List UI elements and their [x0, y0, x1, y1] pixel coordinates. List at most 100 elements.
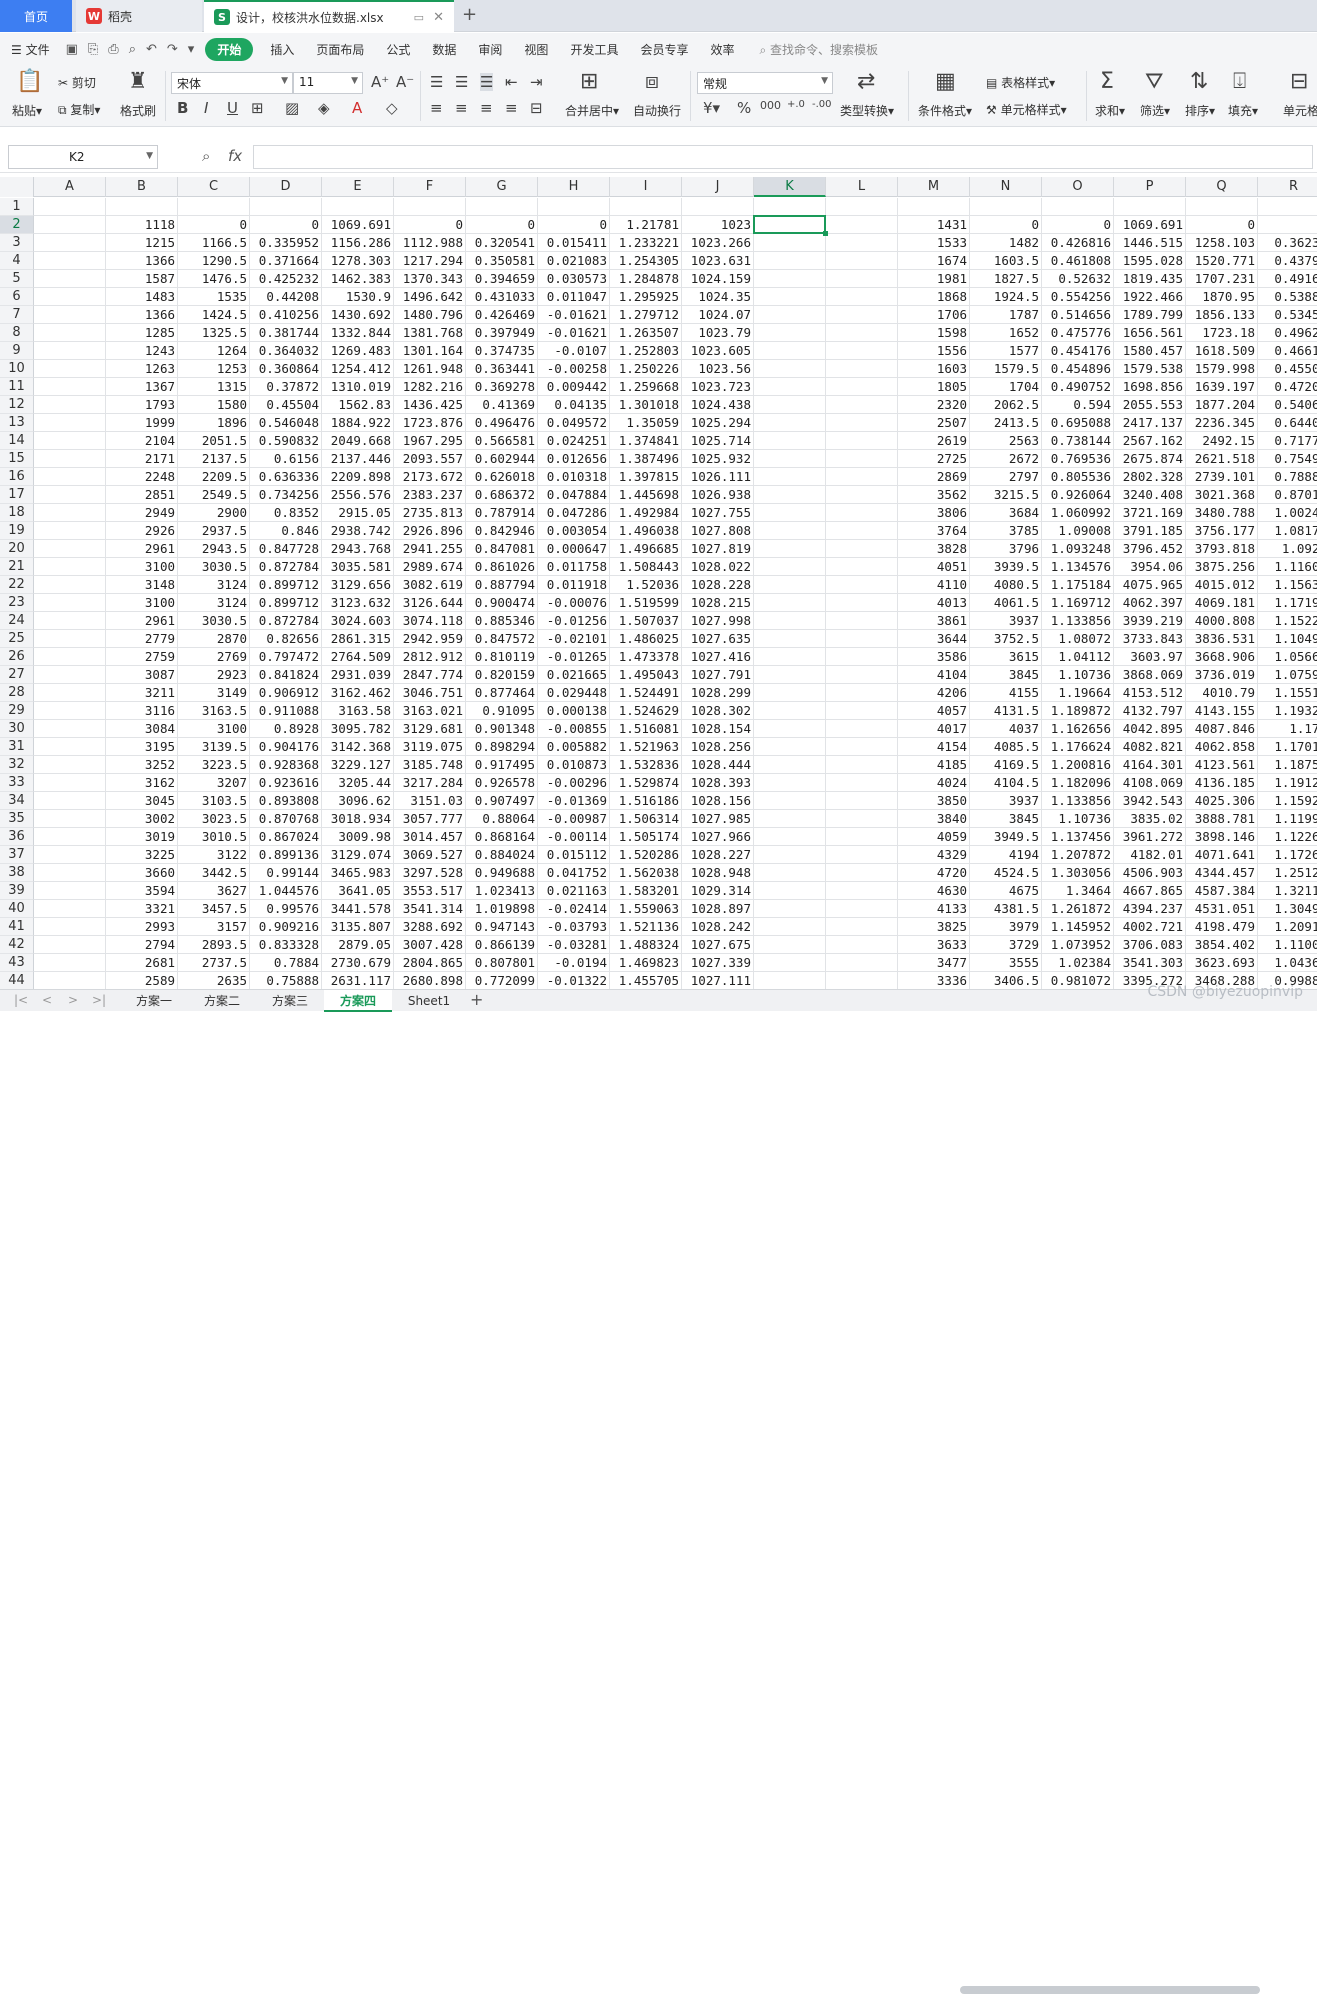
cell[interactable]: 1698.856 [1114, 378, 1186, 396]
cell[interactable]: 1580 [178, 396, 250, 414]
align-top-icon[interactable]: ☰ [430, 73, 443, 91]
window-icon[interactable]: ▭ [414, 11, 424, 24]
cell[interactable] [34, 972, 106, 990]
cell[interactable]: 0.426469 [466, 306, 538, 324]
cell[interactable] [34, 468, 106, 486]
cell[interactable]: 0 [1186, 216, 1258, 234]
cell[interactable]: 4013 [898, 594, 970, 612]
cell[interactable]: 3023.5 [178, 810, 250, 828]
cell[interactable] [754, 594, 826, 612]
cell[interactable] [538, 198, 610, 216]
cell[interactable]: 2567.162 [1114, 432, 1186, 450]
cell[interactable]: 0.909216 [250, 918, 322, 936]
cell[interactable]: 4630 [898, 882, 970, 900]
cell[interactable]: 3096.62 [322, 792, 394, 810]
cell[interactable]: 1.495043 [610, 666, 682, 684]
cell[interactable]: 4132.797 [1114, 702, 1186, 720]
cell[interactable]: 3562 [898, 486, 970, 504]
cell[interactable] [754, 306, 826, 324]
cell[interactable]: 1603.5 [970, 252, 1042, 270]
cell[interactable]: 4667.865 [1114, 882, 1186, 900]
cell[interactable]: 1.516081 [610, 720, 682, 738]
row-header[interactable]: 34 [0, 792, 34, 810]
cell[interactable]: 2055.553 [1114, 396, 1186, 414]
filter-button[interactable]: 筛选▾ [1140, 102, 1170, 119]
cell[interactable]: 2879.05 [322, 936, 394, 954]
column-header-j[interactable]: J [682, 177, 754, 197]
cell[interactable] [34, 486, 106, 504]
cell[interactable]: 2794 [106, 936, 178, 954]
row-header[interactable]: 33 [0, 774, 34, 792]
cell[interactable]: 1.133856 [1042, 612, 1114, 630]
cell[interactable]: 1723.18 [1186, 324, 1258, 342]
cell[interactable]: 1028.228 [682, 576, 754, 594]
row-header[interactable]: 21 [0, 558, 34, 576]
cell[interactable]: 3057.777 [394, 810, 466, 828]
row-header[interactable]: 39 [0, 882, 34, 900]
cell[interactable]: 1253 [178, 360, 250, 378]
cell[interactable] [826, 666, 898, 684]
cell[interactable]: 1580.457 [1114, 342, 1186, 360]
cell[interactable]: 1896 [178, 414, 250, 432]
cell[interactable]: 1868 [898, 288, 970, 306]
cell[interactable]: 4198.479 [1186, 918, 1258, 936]
cell[interactable]: 3465.983 [322, 864, 394, 882]
cell[interactable] [106, 198, 178, 216]
column-header-k[interactable]: K [754, 177, 826, 197]
cell[interactable]: 1024.07 [682, 306, 754, 324]
cell[interactable]: 2725 [898, 450, 970, 468]
cell[interactable]: 1.252803 [610, 342, 682, 360]
cell[interactable]: 2681 [106, 954, 178, 972]
thousands-icon[interactable]: 000 [760, 99, 781, 112]
cell[interactable]: 4675 [970, 882, 1042, 900]
cell[interactable]: 1028.299 [682, 684, 754, 702]
cell[interactable]: 2797 [970, 468, 1042, 486]
cell[interactable]: 1.259668 [610, 378, 682, 396]
cell[interactable]: 1533 [898, 234, 970, 252]
cell[interactable] [250, 198, 322, 216]
align-bottom-icon[interactable]: ☰ [480, 73, 494, 91]
cell[interactable]: 3122 [178, 846, 250, 864]
cell[interactable]: 1.17263 [1258, 846, 1317, 864]
cell[interactable]: 2049.668 [322, 432, 394, 450]
cell[interactable]: -0.03793 [538, 918, 610, 936]
menu-insert[interactable]: 插入 [259, 41, 305, 58]
cell[interactable] [754, 954, 826, 972]
cell[interactable]: 4164.301 [1114, 756, 1186, 774]
cell[interactable]: 3541.303 [1114, 954, 1186, 972]
cell[interactable]: 4133 [898, 900, 970, 918]
cell[interactable]: 0 [178, 216, 250, 234]
cell[interactable] [34, 774, 106, 792]
cell[interactable]: 1870.95 [1186, 288, 1258, 306]
cell[interactable]: 1.516186 [610, 792, 682, 810]
cell[interactable]: 1.261872 [1042, 900, 1114, 918]
cell[interactable]: 3854.402 [1186, 936, 1258, 954]
cell[interactable]: 2104 [106, 432, 178, 450]
sort-icon[interactable]: ⇅ [1190, 69, 1208, 94]
cell[interactable]: 1.496038 [610, 522, 682, 540]
cell[interactable]: 0 [250, 216, 322, 234]
cell[interactable] [1114, 198, 1186, 216]
cell[interactable] [826, 414, 898, 432]
cell[interactable]: 3668.906 [1186, 648, 1258, 666]
cell[interactable]: 2870 [178, 630, 250, 648]
cell[interactable]: 1.19322 [1258, 702, 1317, 720]
cell[interactable]: 2549.5 [178, 486, 250, 504]
cell[interactable]: 0.8352 [250, 504, 322, 522]
row-header[interactable]: 7 [0, 306, 34, 324]
cell[interactable] [826, 324, 898, 342]
row-header[interactable]: 27 [0, 666, 34, 684]
cell[interactable]: 0.049572 [538, 414, 610, 432]
cell[interactable]: 3442.5 [178, 864, 250, 882]
cell[interactable]: 3555 [970, 954, 1042, 972]
cell[interactable]: -0.00987 [538, 810, 610, 828]
cell[interactable] [754, 612, 826, 630]
cell[interactable]: 0.04135 [538, 396, 610, 414]
cell[interactable] [826, 936, 898, 954]
cell[interactable]: 3868.069 [1114, 666, 1186, 684]
column-header-b[interactable]: B [106, 177, 178, 197]
cell[interactable]: 0.410256 [250, 306, 322, 324]
cell[interactable]: 1310.019 [322, 378, 394, 396]
type-convert-icon[interactable]: ⇄ [857, 69, 875, 94]
cell[interactable]: 4131.5 [970, 702, 1042, 720]
